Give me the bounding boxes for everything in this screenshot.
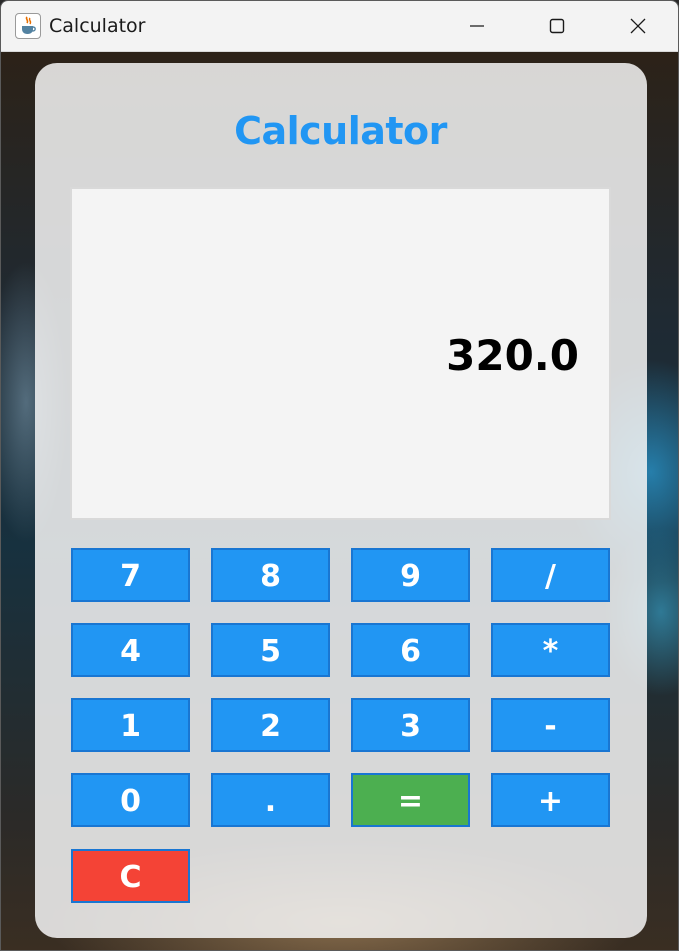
key-9[interactable]: 9 xyxy=(351,548,470,602)
clear-button[interactable]: C xyxy=(71,849,190,903)
close-icon xyxy=(630,18,646,34)
minimize-button[interactable] xyxy=(437,1,517,52)
maximize-button[interactable] xyxy=(517,1,597,52)
minimize-icon xyxy=(470,25,484,27)
close-button[interactable] xyxy=(598,1,678,52)
key-add[interactable]: + xyxy=(491,773,610,827)
title-bar[interactable]: Calculator xyxy=(1,1,678,52)
key-3[interactable]: 3 xyxy=(351,698,470,752)
key-divide[interactable]: / xyxy=(491,548,610,602)
calculator-window: Calculator Calculator 320.0 7 8 9 / 4 5 … xyxy=(0,0,679,951)
key-1[interactable]: 1 xyxy=(71,698,190,752)
key-4[interactable]: 4 xyxy=(71,623,190,677)
key-subtract[interactable]: - xyxy=(491,698,610,752)
window-title: Calculator xyxy=(49,15,146,37)
display-value: 320.0 xyxy=(446,331,579,380)
key-0[interactable]: 0 xyxy=(71,773,190,827)
key-multiply[interactable]: * xyxy=(491,623,610,677)
equals-button[interactable]: = xyxy=(351,773,470,827)
java-coffee-cup-icon[interactable] xyxy=(15,13,41,39)
key-5[interactable]: 5 xyxy=(211,623,330,677)
key-decimal[interactable]: . xyxy=(211,773,330,827)
maximize-icon xyxy=(549,18,565,34)
key-8[interactable]: 8 xyxy=(211,548,330,602)
result-display: 320.0 xyxy=(70,187,611,520)
key-2[interactable]: 2 xyxy=(211,698,330,752)
key-6[interactable]: 6 xyxy=(351,623,470,677)
key-7[interactable]: 7 xyxy=(71,548,190,602)
page-title: Calculator xyxy=(234,109,447,153)
